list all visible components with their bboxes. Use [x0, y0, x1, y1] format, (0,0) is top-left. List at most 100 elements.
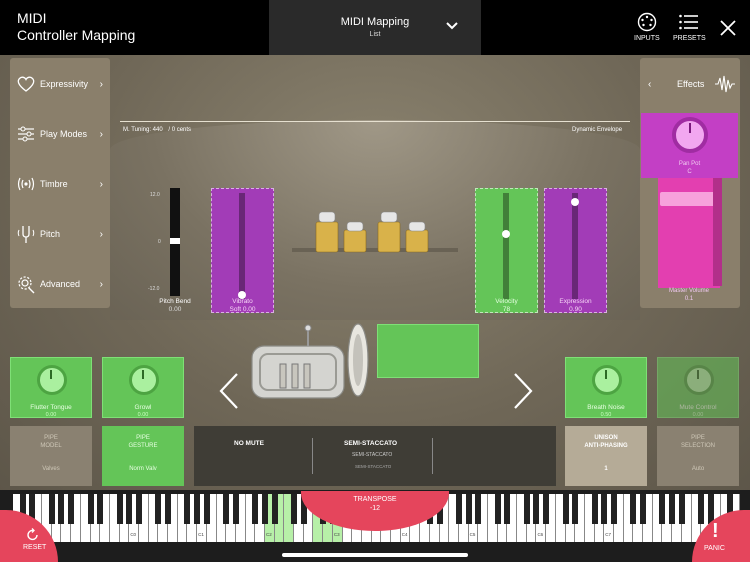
sidebar-item-expressivity[interactable]: Expressivity ›	[10, 64, 110, 104]
chevron-right-icon: ›	[99, 278, 103, 290]
effects-header[interactable]: ‹ Effects	[640, 58, 740, 113]
list-icon	[679, 14, 699, 30]
black-key[interactable]	[601, 494, 608, 524]
unison-l1: UNISON	[594, 435, 618, 441]
flutter-tongue-knob[interactable]: Flutter Tongue 0.00	[10, 357, 92, 418]
breath-noise-label: Breath Noise	[587, 404, 625, 411]
black-key[interactable]	[87, 494, 94, 524]
inputs-button[interactable]: INPUTS	[634, 12, 660, 42]
black-key[interactable]	[610, 494, 617, 524]
sidebar-item-label: Timbre	[40, 179, 68, 189]
instrument-pad[interactable]	[377, 324, 479, 378]
pan-pot-control[interactable]: Pan Pot C	[641, 113, 738, 178]
knob-dial[interactable]	[684, 365, 714, 395]
transpose-label: TRANSPOSE	[353, 496, 397, 503]
pipe-model-l1: PIPE	[44, 435, 58, 441]
black-key[interactable]	[591, 494, 598, 524]
black-key[interactable]	[465, 494, 472, 524]
close-icon[interactable]	[718, 18, 738, 38]
breath-noise-value: 0.50	[600, 412, 612, 418]
expression-track	[572, 193, 578, 299]
black-key[interactable]	[678, 494, 685, 524]
black-key[interactable]	[271, 494, 278, 524]
master-tuning[interactable]: M. Tuning: 440 / 0 cents	[123, 127, 191, 133]
panic-label: PANIC	[704, 545, 725, 552]
dynamic-envelope[interactable]: Dynamic Envelope	[572, 127, 622, 133]
previous-instrument-icon[interactable]	[218, 372, 240, 410]
breath-noise-knob[interactable]: Breath Noise 0.50	[565, 357, 647, 418]
black-key[interactable]	[572, 494, 579, 524]
black-key[interactable]	[533, 494, 540, 524]
black-key[interactable]	[640, 494, 647, 524]
black-key[interactable]	[494, 494, 501, 524]
black-key[interactable]	[194, 494, 201, 524]
expression-thumb[interactable]	[571, 197, 579, 206]
flutter-tongue-value: 0.00	[45, 412, 57, 418]
pan-knob[interactable]	[672, 117, 708, 153]
pipe-selection-l2: SELECTION	[680, 443, 715, 449]
black-key[interactable]	[126, 494, 133, 524]
velocity-slider[interactable]: Velocity 78	[475, 188, 538, 313]
sidebar-item-advanced[interactable]: Advanced ›	[10, 264, 110, 304]
master-volume-track	[713, 178, 722, 286]
black-key[interactable]	[223, 494, 230, 524]
unison-anti-phasing-button[interactable]: UNISON ANTI-PHASING 1	[565, 426, 647, 486]
mute-control-knob[interactable]: Mute Control 0.00	[657, 357, 739, 418]
black-key[interactable]	[232, 494, 239, 524]
black-key[interactable]	[136, 494, 142, 524]
black-key[interactable]	[659, 494, 666, 524]
black-key[interactable]	[562, 494, 569, 524]
black-key[interactable]	[504, 494, 511, 524]
black-key[interactable]	[262, 494, 269, 524]
vibrato-slider[interactable]: Vibrato Soft 0.00	[211, 188, 274, 313]
black-key[interactable]	[48, 494, 55, 524]
mute-selector[interactable]: NO MUTE	[234, 440, 264, 447]
waves-icon	[17, 177, 35, 191]
next-instrument-icon[interactable]	[512, 372, 534, 410]
pitch-bend-thumb[interactable]	[170, 238, 180, 244]
velocity-label: Velocity	[495, 298, 518, 305]
black-key[interactable]	[669, 494, 676, 524]
black-key[interactable]	[116, 494, 123, 524]
black-key[interactable]	[698, 494, 705, 524]
black-key[interactable]	[165, 494, 172, 524]
unison-value: 1	[604, 466, 608, 472]
black-key[interactable]	[68, 494, 75, 524]
velocity-value: 78	[502, 306, 511, 313]
presets-button[interactable]: PRESETS	[673, 12, 706, 42]
sidebar-item-timbre[interactable]: Timbre ›	[10, 164, 110, 204]
black-key[interactable]	[155, 494, 162, 524]
knob-dial[interactable]	[37, 365, 67, 395]
black-key[interactable]	[455, 494, 462, 524]
black-key[interactable]	[252, 494, 259, 524]
pipe-gesture-button[interactable]: PIPE GESTURE Norm Valv	[102, 426, 184, 486]
midi-mapping-dropdown[interactable]: MIDI Mapping List	[269, 0, 481, 55]
chevron-left-icon[interactable]: ‹	[648, 79, 651, 90]
black-key[interactable]	[184, 494, 191, 524]
articulation-selector[interactable]: SEMI-STACCATO	[344, 440, 397, 447]
black-key[interactable]	[630, 494, 637, 524]
pitch-bend-scale-mid: 0	[158, 239, 161, 245]
pipe-selection-button[interactable]: PIPE SELECTION Auto	[657, 426, 739, 486]
octave-label: C7	[605, 532, 612, 537]
octave-label: C5	[469, 532, 476, 537]
black-key[interactable]	[97, 494, 104, 524]
sidebar-item-play-modes[interactable]: Play Modes ›	[10, 114, 110, 154]
black-key[interactable]	[291, 494, 298, 524]
inputs-label: INPUTS	[634, 35, 660, 42]
pan-label: Pan Pot	[678, 161, 701, 167]
knob-dial[interactable]	[129, 365, 159, 395]
black-key[interactable]	[475, 494, 482, 524]
sidebar-item-pitch[interactable]: Pitch ›	[10, 214, 110, 254]
knob-dial[interactable]	[592, 365, 622, 395]
mute-articulation-selector[interactable]: NO MUTE SEMI-STACCATO SEMI-STACCATO SEMI…	[194, 426, 556, 486]
master-volume-handle[interactable]	[660, 191, 718, 206]
master-volume-slider[interactable]: Master Volume 0.1	[658, 178, 720, 302]
black-key[interactable]	[203, 494, 210, 524]
black-key[interactable]	[58, 494, 65, 524]
black-key[interactable]	[543, 494, 550, 524]
black-key[interactable]	[523, 494, 530, 524]
growl-knob[interactable]: Growl 0.00	[102, 357, 184, 418]
expression-slider[interactable]: Expression 0.90	[544, 188, 607, 313]
pipe-model-button[interactable]: PIPE MODEL Valves	[10, 426, 92, 486]
